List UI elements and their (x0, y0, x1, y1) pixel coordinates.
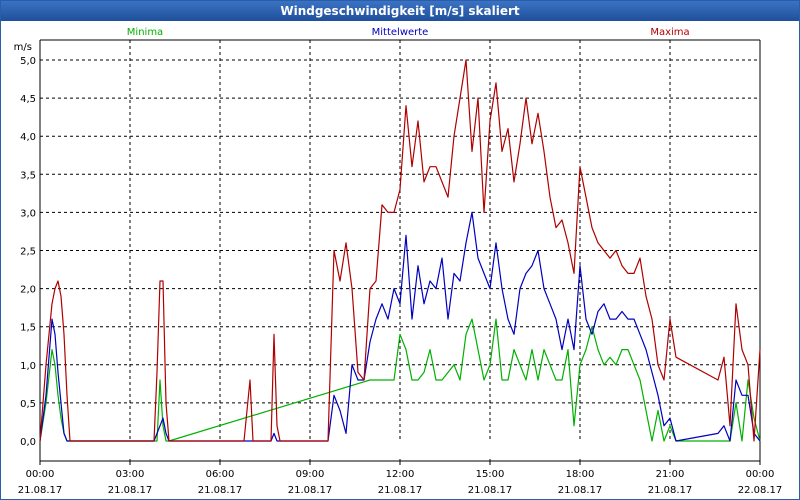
x-tick-date: 21.08.17 (108, 485, 153, 496)
y-tick-label: 2,5 (20, 247, 36, 258)
legend-item: Mittelwerte (372, 27, 429, 38)
x-tick-date: 21.08.17 (18, 485, 63, 496)
x-tick-date: 21.08.17 (288, 485, 333, 496)
x-tick-time: 06:00 (206, 469, 235, 480)
x-tick-time: 03:00 (116, 469, 145, 480)
chart-canvas: 0,0 0,5 1,0 1,5 2,0 2,5 3,0 3,5 4,0 4,5 5,0 00:00 21… (14, 27, 783, 496)
x-tick-date: 21.08.17 (648, 485, 693, 496)
x-tick-time: 12:00 (386, 469, 415, 480)
x-tick-time: 00:00 (746, 469, 775, 480)
y-tick-label: 1,5 (20, 323, 36, 334)
y-tick-label: 4,0 (20, 132, 36, 143)
y-tick-label: 4,5 (20, 94, 36, 105)
x-tick-time: 00:00 (26, 469, 55, 480)
grid (40, 40, 760, 441)
y-tick-label: 3,5 (20, 170, 36, 181)
y-tick-label: 1,0 (20, 361, 36, 372)
x-tick-date: 21.08.17 (468, 485, 513, 496)
legend-item: Minima (127, 27, 163, 38)
y-tick-label: 0,0 (20, 437, 36, 448)
y-tick-label: 2,0 (20, 285, 36, 296)
y-tick-label: 0,5 (20, 399, 36, 410)
y-axis-label: m/s (14, 42, 32, 53)
x-tick-time: 18:00 (566, 469, 595, 480)
x-tick-time: 21:00 (656, 469, 685, 480)
x-tick-date: 21.08.17 (378, 485, 423, 496)
y-tick-label: 3,0 (20, 208, 36, 219)
x-tick-date: 22.08.17 (738, 485, 783, 496)
x-tick-time: 09:00 (296, 469, 325, 480)
legend-item: Maxima (650, 27, 689, 38)
x-tick-date: 21.08.17 (198, 485, 243, 496)
y-tick-label: 5,0 (20, 56, 36, 67)
x-tick-time: 15:00 (476, 469, 505, 480)
x-tick-date: 21.08.17 (558, 485, 603, 496)
